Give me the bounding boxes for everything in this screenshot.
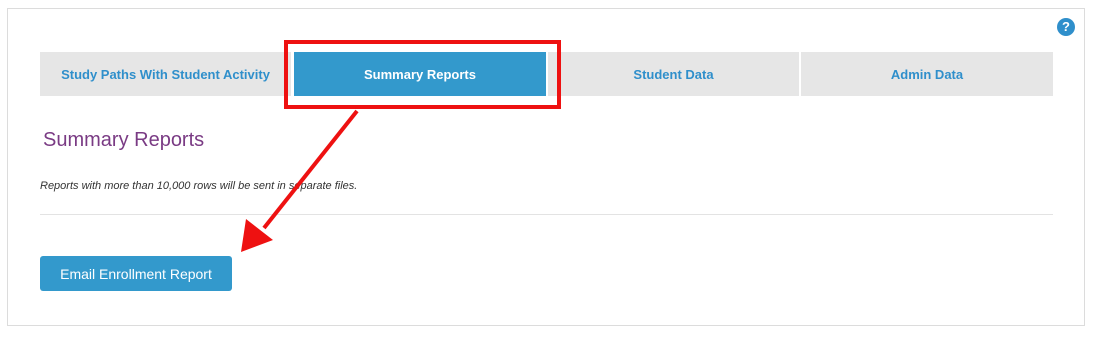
tab-student-data[interactable]: Student Data: [548, 52, 799, 96]
tab-label: Study Paths With Student Activity: [61, 66, 270, 82]
tab-label: Admin Data: [890, 66, 964, 82]
page-title: Summary Reports: [43, 129, 205, 151]
tab-label: Summary Reports: [364, 66, 476, 82]
tab-admin-data[interactable]: Admin Data: [801, 52, 1053, 96]
email-enrollment-report-button[interactable]: Email Enrollment Report: [40, 256, 232, 291]
tab-summary-reports[interactable]: Summary Reports: [294, 52, 546, 96]
divider: [40, 214, 1053, 215]
report-size-note: Reports with more than 10,000 rows will …: [40, 180, 358, 192]
help-icon[interactable]: ?: [1057, 18, 1075, 36]
tab-study-paths[interactable]: Study Paths With Student Activity: [40, 52, 291, 96]
report-tabs: Study Paths With Student Activity Summar…: [40, 52, 1053, 96]
tab-label: Student Data: [633, 66, 714, 82]
